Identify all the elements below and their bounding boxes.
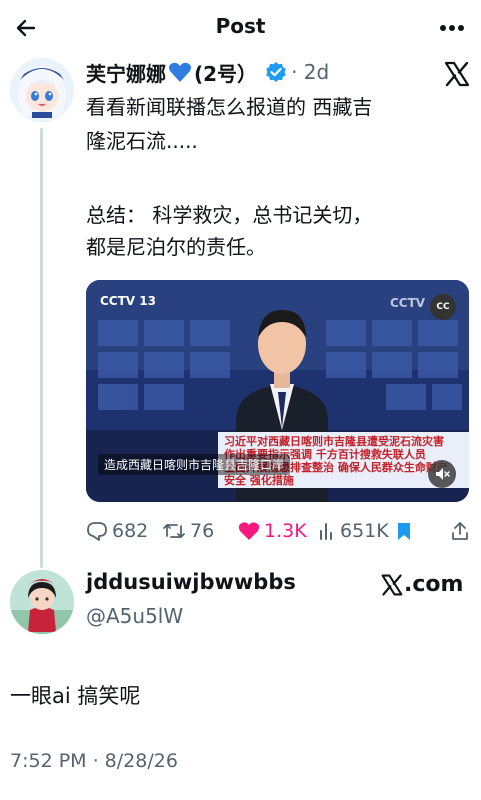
post-text-line: 看看新闻联播怎么报道的 西藏吉 [86, 95, 373, 119]
verified-badge-icon [265, 61, 287, 83]
avatar[interactable] [10, 58, 74, 122]
more-options-button[interactable] [437, 12, 467, 44]
repost-icon [163, 524, 185, 538]
reply-author-handle[interactable]: @A5u5lW [86, 604, 183, 628]
mute-button[interactable] [428, 460, 456, 488]
post-text-line: 总结： 科学救灾，总书记关切， [86, 203, 373, 227]
post-text-line: 隆泥石流..... [86, 129, 198, 153]
bookmark-button[interactable] [396, 516, 416, 546]
author-display-name-suffix[interactable]: (2号） [194, 58, 257, 87]
reply-count: 682 [112, 520, 149, 542]
page-title: Post [215, 14, 266, 38]
post-time[interactable]: · 2d [291, 60, 329, 84]
reply-author-display-name[interactable]: jddusuiwjbwwbbs [86, 570, 296, 594]
post-text-line: 都是尼泊尔的责任。 [86, 235, 266, 259]
captions-button[interactable]: CC [430, 294, 456, 320]
blue-heart-icon [168, 61, 192, 83]
reply-timestamp[interactable]: 7:52 PM · 8/28/26 [10, 750, 178, 772]
heart-filled-icon [238, 522, 260, 540]
thread-line [40, 128, 43, 568]
x-com-badge: .com [380, 572, 463, 597]
more-dots-icon [440, 25, 464, 31]
channel-logo: CCTV 13 [100, 294, 156, 308]
repost-button[interactable]: 76 [162, 516, 214, 546]
avatar[interactable] [10, 570, 74, 634]
author-display-name[interactable]: 芙宁娜娜 [86, 58, 166, 87]
like-button[interactable]: 1.3K [238, 516, 307, 546]
share-button[interactable] [450, 516, 474, 546]
anime-girl-red-avatar-icon [10, 570, 74, 634]
anime-girl-avatar-icon [10, 58, 74, 122]
reply-button[interactable]: 682 [86, 516, 148, 546]
video-caption: 造成西藏日喀则市吉隆县吉隆口岸 [98, 454, 291, 475]
like-count: 1.3K [264, 520, 307, 542]
view-count: 651K [340, 520, 389, 542]
x-logo-icon[interactable] [443, 60, 471, 88]
repost-count: 76 [190, 520, 215, 542]
speaker-muted-icon [436, 468, 450, 480]
bookmark-filled-icon [398, 523, 410, 540]
views-button[interactable]: 651K [318, 516, 389, 546]
views-chart-icon [320, 523, 332, 540]
reply-icon [87, 522, 107, 541]
reply-text: 一眼ai 搞笑呢 [10, 684, 141, 708]
x-logo-icon [381, 573, 403, 596]
channel-watermark: CCTV [390, 296, 426, 310]
post-actions: 682 76 1.3K 651K [86, 516, 476, 546]
share-icon [452, 522, 468, 540]
x-com-text: .com [404, 572, 464, 597]
headline-line: 习近平对西藏日喀则市吉隆县遭受泥石流灾害 [224, 435, 444, 448]
post-header: 芙宁娜娜 (2号） · 2d [86, 56, 329, 88]
top-bar: Post [0, 0, 481, 56]
video-player[interactable]: CCTV 13 CCTV CC 习近平对西藏日喀则市吉隆县遭受泥石流灾害 作出重… [86, 280, 469, 502]
